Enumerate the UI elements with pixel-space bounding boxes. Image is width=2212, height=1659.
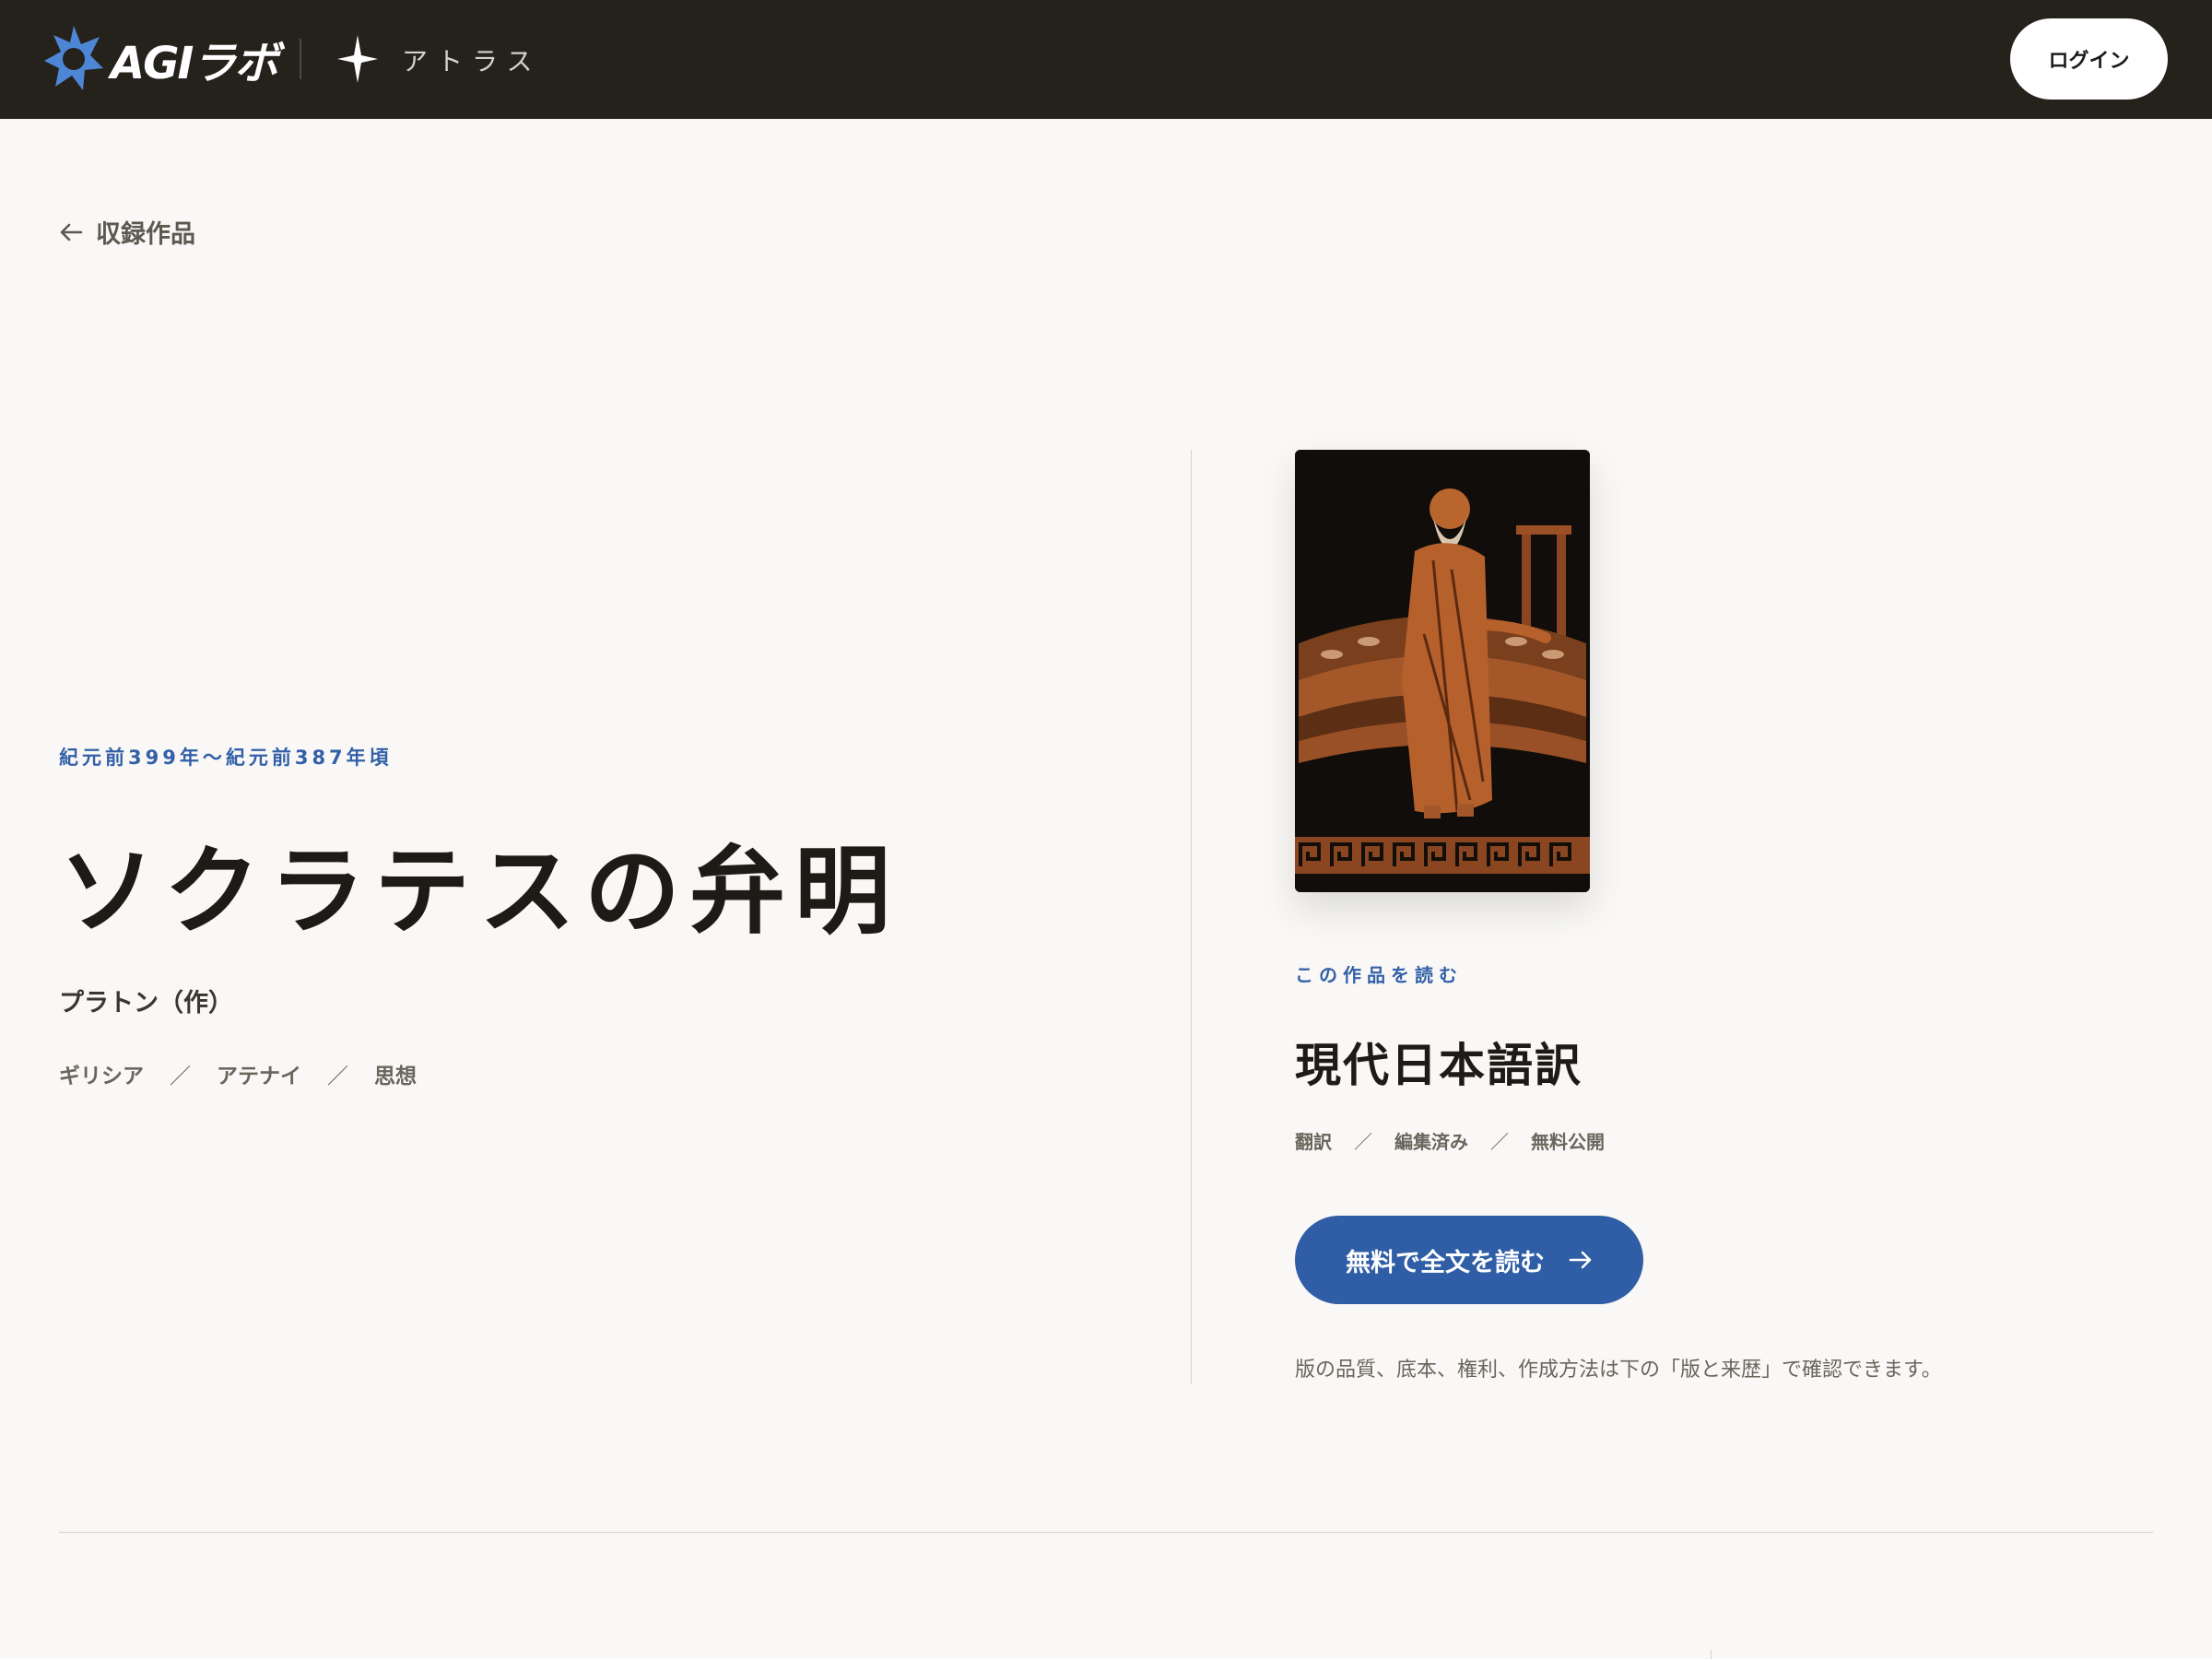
read-full-text-button[interactable]: 無料で全文を読む: [1295, 1216, 1643, 1304]
work-tag[interactable]: アテナイ: [217, 1058, 301, 1089]
work-tag[interactable]: ギリシア: [59, 1058, 144, 1089]
tag-separator: ／: [1490, 1131, 1509, 1153]
tag-separator: ／: [170, 1065, 191, 1088]
work-author: プラトン（作）: [59, 989, 233, 1018]
arrow-left-icon: [60, 223, 83, 241]
tag-separator: ／: [327, 1065, 348, 1088]
login-button[interactable]: ログイン: [2010, 18, 2168, 100]
edition-title: 現代日本語訳: [1295, 1038, 1583, 1092]
work-era: 紀元前399年〜紀元前387年頃: [59, 747, 393, 769]
read-button-label: 無料で全文を読む: [1346, 1248, 1545, 1277]
top-navigation-bar: AGIラボ アトラス ログイン: [0, 0, 2212, 119]
back-to-works-link[interactable]: 収録作品: [59, 214, 195, 250]
edition-note: 版の品質、底本、権利、作成方法は下の「版と来歴」で確認できます。: [1295, 1359, 1942, 1382]
edition-tags: 翻訳 ／ 編集済み ／ 無料公開: [1295, 1127, 1605, 1154]
tag-separator: ／: [1354, 1131, 1372, 1153]
brand-logo[interactable]: AGIラボ: [42, 22, 278, 96]
read-section-kicker: この作品を読む: [1295, 964, 1463, 986]
book-cover-image: [1295, 450, 1590, 892]
work-title: ソクラテスの弁明: [59, 834, 900, 947]
product-name[interactable]: アトラス: [402, 41, 541, 78]
brand-name: AGIラボ: [111, 38, 278, 89]
back-link-label: 収録作品: [96, 220, 195, 249]
arrow-right-icon: [1569, 1251, 1592, 1269]
work-tag[interactable]: 思想: [374, 1058, 417, 1089]
edition-tag: 無料公開: [1531, 1131, 1605, 1153]
edition-tag: 翻訳: [1295, 1131, 1332, 1153]
header-separator: [300, 39, 301, 79]
four-point-star-icon: [337, 35, 378, 83]
edition-tag: 編集済み: [1394, 1131, 1468, 1153]
column-divider: [1191, 450, 1192, 1384]
lower-column-divider: [1711, 1650, 1712, 1659]
agi-lab-logo-icon: [44, 26, 103, 90]
work-tags: ギリシア ／ アテナイ ／ 思想: [59, 1058, 417, 1089]
socrates-illustration: [1295, 450, 1590, 892]
section-divider: [59, 1532, 2153, 1533]
